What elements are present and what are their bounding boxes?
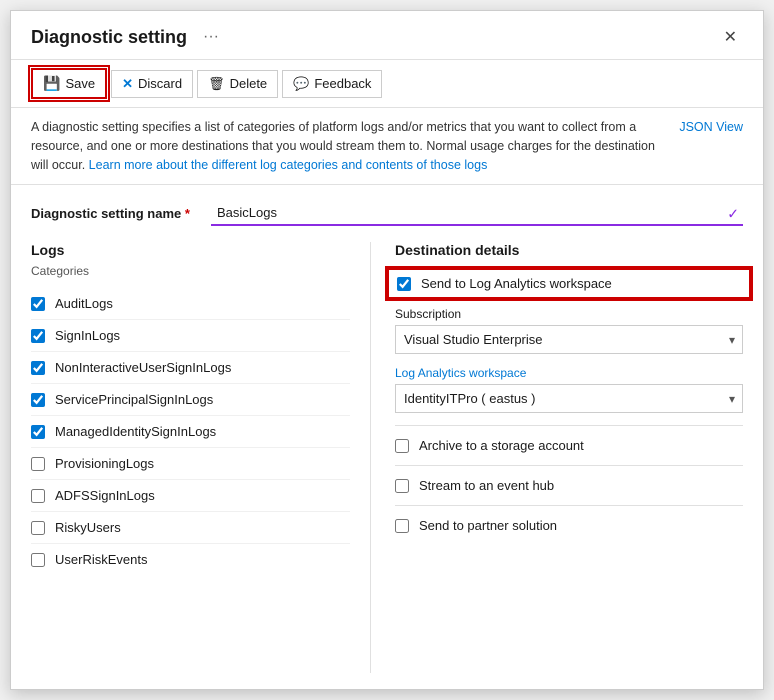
learn-more-link[interactable]: Learn more about the different log categ… bbox=[89, 158, 488, 172]
subscription-field-group: Subscription Visual Studio Enterprise ▾ bbox=[395, 307, 743, 354]
feedback-icon: 💬 bbox=[293, 76, 309, 92]
logs-panel: Logs Categories AuditLogs SignInLogs Non… bbox=[31, 242, 371, 673]
archive-storage-checkbox[interactable] bbox=[395, 439, 409, 453]
diagnostic-setting-dialog: Diagnostic setting ··· ✕ 💾 Save ✕ Discar… bbox=[10, 10, 764, 690]
save-label: Save bbox=[65, 76, 95, 91]
adfs-checkbox[interactable] bbox=[31, 489, 45, 503]
workspace-select-wrapper: IdentityITPro ( eastus ) ▾ bbox=[395, 384, 743, 413]
managedidentity-checkbox[interactable] bbox=[31, 425, 45, 439]
discard-icon: ✕ bbox=[122, 76, 133, 92]
setting-name-row: Diagnostic setting name * ✓ bbox=[31, 201, 743, 226]
log-item-signin: SignInLogs bbox=[31, 320, 350, 352]
dialog-title-menu[interactable]: ··· bbox=[203, 28, 219, 46]
main-content: Diagnostic setting name * ✓ Logs Categor… bbox=[11, 185, 763, 689]
required-indicator: * bbox=[185, 206, 190, 221]
divider-3 bbox=[395, 505, 743, 506]
log-item-noninteractive: NonInteractiveUserSignInLogs bbox=[31, 352, 350, 384]
adfs-label: ADFSSignInLogs bbox=[55, 488, 155, 503]
noninteractive-checkbox[interactable] bbox=[31, 361, 45, 375]
divider-2 bbox=[395, 465, 743, 466]
setting-name-input-wrapper: ✓ bbox=[211, 201, 743, 226]
logs-section-title: Logs bbox=[31, 242, 350, 258]
dialog-header: Diagnostic setting ··· ✕ bbox=[11, 11, 763, 60]
workspace-field-group: Log Analytics workspace IdentityITPro ( … bbox=[395, 366, 743, 413]
userrisk-label: UserRiskEvents bbox=[55, 552, 147, 567]
discard-label: Discard bbox=[138, 76, 182, 91]
log-item-managedidentity: ManagedIdentitySignInLogs bbox=[31, 416, 350, 448]
categories-label: Categories bbox=[31, 264, 350, 278]
audit-label: AuditLogs bbox=[55, 296, 113, 311]
discard-button[interactable]: ✕ Discard bbox=[111, 70, 193, 98]
dialog-title: Diagnostic setting bbox=[31, 27, 187, 48]
feedback-button[interactable]: 💬 Feedback bbox=[282, 70, 382, 98]
serviceprincipal-label: ServicePrincipalSignInLogs bbox=[55, 392, 213, 407]
log-item-adfs: ADFSSignInLogs bbox=[31, 480, 350, 512]
stream-eventhub-row: Stream to an event hub bbox=[395, 470, 743, 501]
destination-panel: Destination details Send to Log Analytic… bbox=[371, 242, 743, 673]
feedback-label: Feedback bbox=[314, 76, 371, 91]
stream-eventhub-checkbox[interactable] bbox=[395, 479, 409, 493]
toolbar: 💾 Save ✕ Discard 🗑 Delete 💬 Feedback bbox=[11, 60, 763, 108]
provisioning-label: ProvisioningLogs bbox=[55, 456, 154, 471]
send-partner-label: Send to partner solution bbox=[419, 518, 557, 533]
main-columns: Logs Categories AuditLogs SignInLogs Non… bbox=[31, 242, 743, 673]
divider-1 bbox=[395, 425, 743, 426]
destination-section-title: Destination details bbox=[395, 242, 743, 258]
subscription-select-wrapper: Visual Studio Enterprise ▾ bbox=[395, 325, 743, 354]
log-item-risky: RiskyUsers bbox=[31, 512, 350, 544]
signin-label: SignInLogs bbox=[55, 328, 120, 343]
provisioning-checkbox[interactable] bbox=[31, 457, 45, 471]
delete-button[interactable]: 🗑 Delete bbox=[197, 70, 278, 98]
setting-name-label: Diagnostic setting name * bbox=[31, 206, 211, 221]
send-log-analytics-label: Send to Log Analytics workspace bbox=[421, 276, 612, 291]
audit-checkbox[interactable] bbox=[31, 297, 45, 311]
json-view-link[interactable]: JSON View bbox=[679, 118, 743, 137]
subscription-select[interactable]: Visual Studio Enterprise bbox=[395, 325, 743, 354]
log-item-serviceprincipal: ServicePrincipalSignInLogs bbox=[31, 384, 350, 416]
delete-icon: 🗑 bbox=[208, 76, 225, 92]
risky-checkbox[interactable] bbox=[31, 521, 45, 535]
delete-label: Delete bbox=[230, 76, 268, 91]
serviceprincipal-checkbox[interactable] bbox=[31, 393, 45, 407]
setting-name-input[interactable] bbox=[211, 201, 743, 226]
save-icon: 💾 bbox=[43, 75, 60, 92]
risky-label: RiskyUsers bbox=[55, 520, 121, 535]
send-partner-checkbox[interactable] bbox=[395, 519, 409, 533]
send-partner-row: Send to partner solution bbox=[395, 510, 743, 541]
noninteractive-label: NonInteractiveUserSignInLogs bbox=[55, 360, 231, 375]
managedidentity-label: ManagedIdentitySignInLogs bbox=[55, 424, 216, 439]
send-log-analytics-checkbox[interactable] bbox=[397, 277, 411, 291]
description-bar: A diagnostic setting specifies a list of… bbox=[11, 108, 763, 185]
save-button[interactable]: 💾 Save bbox=[31, 68, 107, 99]
userrisk-checkbox[interactable] bbox=[31, 553, 45, 567]
archive-storage-label: Archive to a storage account bbox=[419, 438, 584, 453]
archive-storage-row: Archive to a storage account bbox=[395, 430, 743, 461]
log-item-provisioning: ProvisioningLogs bbox=[31, 448, 350, 480]
send-log-analytics-row: Send to Log Analytics workspace bbox=[387, 268, 751, 299]
dialog-close-button[interactable]: ✕ bbox=[718, 25, 743, 49]
log-item-audit: AuditLogs bbox=[31, 288, 350, 320]
subscription-label: Subscription bbox=[395, 307, 743, 321]
workspace-label: Log Analytics workspace bbox=[395, 366, 743, 380]
signin-checkbox[interactable] bbox=[31, 329, 45, 343]
description-text: A diagnostic setting specifies a list of… bbox=[31, 118, 663, 174]
workspace-select[interactable]: IdentityITPro ( eastus ) bbox=[395, 384, 743, 413]
stream-eventhub-label: Stream to an event hub bbox=[419, 478, 554, 493]
log-item-userrisk: UserRiskEvents bbox=[31, 544, 350, 575]
setting-name-checkmark: ✓ bbox=[727, 205, 739, 222]
